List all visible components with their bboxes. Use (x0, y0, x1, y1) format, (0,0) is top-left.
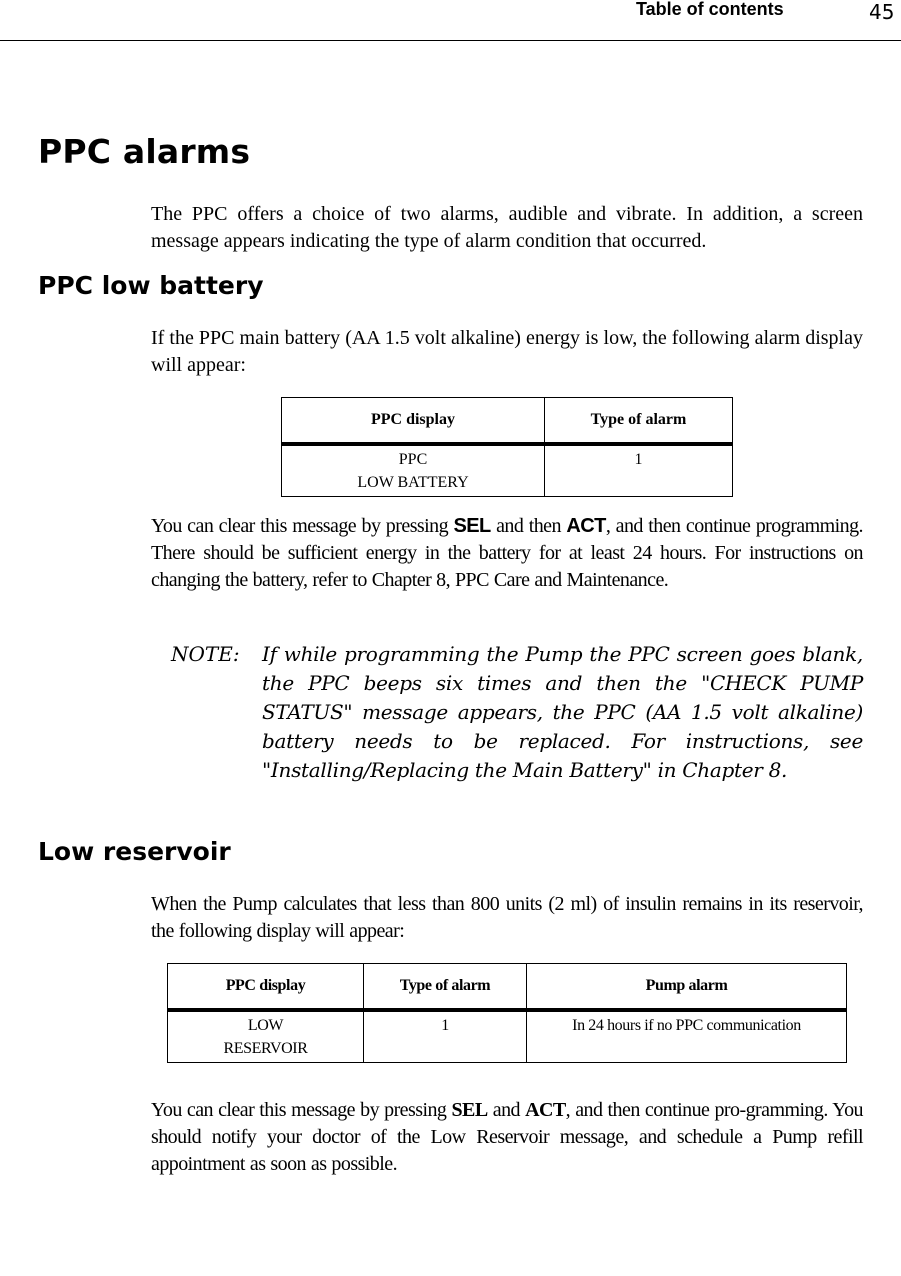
text-fragment: and then (490, 515, 567, 537)
low-reservoir-intro: When the Pump calculates that less than … (151, 893, 864, 942)
header-section-title: Table of contents (636, 0, 784, 19)
pump-alarm-cell: In 24 hours if no PPC communication (526, 1009, 847, 1063)
column-header: PPC display (281, 397, 545, 446)
column-header: Type of alarm (544, 397, 733, 446)
ppc-display-cell: LOW RESERVOIR (167, 1009, 364, 1063)
heading-ppc-low-battery: PPC low battery (38, 271, 264, 300)
table-row: PPC LOW BATTERY 1 (281, 443, 733, 497)
low-reservoir-clear-instructions: You can clear this message by pressing S… (151, 1097, 864, 1178)
column-header: Type of alarm (363, 963, 527, 1012)
heading-low-reservoir: Low reservoir (38, 837, 231, 866)
ppc-display-line: LOW BATTERY (357, 474, 469, 491)
low-battery-clear-instructions: You can clear this message by pressing S… (151, 513, 864, 594)
act-key-label: ACT (566, 515, 606, 537)
sel-key-label: SEL (453, 515, 491, 537)
low-battery-table: PPC display Type of alarm PPC LOW BATTER… (281, 397, 733, 497)
text-fragment: You can clear this message by pressing (151, 515, 454, 537)
table-header-row: PPC display Type of alarm Pump alarm (167, 963, 847, 1012)
column-header: PPC display (167, 963, 364, 1012)
ppc-alarms-intro: The PPC offers a choice of two alarms, a… (151, 203, 863, 252)
low-battery-intro: If the PPC main battery (AA 1.5 volt alk… (151, 327, 863, 376)
note-label: NOTE: (171, 642, 240, 666)
ppc-display-line: RESERVOIR (223, 1040, 308, 1057)
act-key-label: ACT (525, 1099, 566, 1121)
page-number: 45 (869, 0, 895, 24)
type-of-alarm-cell: 1 (544, 443, 733, 497)
text-fragment: You can clear this message by pressing (151, 1099, 452, 1121)
ppc-display-line: LOW (247, 1017, 284, 1034)
table-header-row: PPC display Type of alarm (281, 397, 733, 446)
low-reservoir-table: PPC display Type of alarm Pump alarm LOW… (167, 963, 847, 1063)
table-row: LOW RESERVOIR 1 In 24 hours if no PPC co… (167, 1009, 847, 1063)
heading-ppc-alarms: PPC alarms (38, 132, 251, 171)
ppc-display-cell: PPC LOW BATTERY (281, 443, 545, 497)
column-header: Pump alarm (526, 963, 847, 1012)
ppc-display-line: PPC (398, 451, 428, 468)
running-header: Table of contents 45 (0, 0, 901, 41)
type-of-alarm-cell: 1 (363, 1009, 527, 1063)
text-fragment: and (487, 1099, 526, 1121)
sel-key-label: SEL (451, 1099, 488, 1121)
note-text: If while programming the Pump the PPC sc… (262, 642, 863, 782)
